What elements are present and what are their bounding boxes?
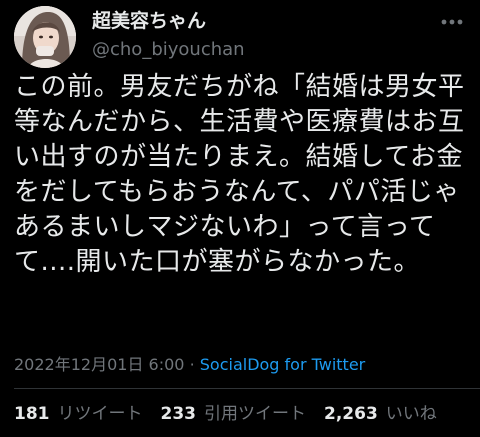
retweets-stat[interactable]: 181 リツイート <box>14 402 143 426</box>
user-info: 超美容ちゃん @cho_biyouchan <box>92 8 245 62</box>
likes-label: いいね <box>385 404 437 424</box>
retweets-count: 181 <box>14 404 50 424</box>
display-name[interactable]: 超美容ちゃん <box>92 8 245 34</box>
more-horizontal-icon <box>441 19 463 25</box>
likes-count: 2,263 <box>324 404 378 424</box>
likes-stat[interactable]: 2,263 いいね <box>324 402 437 426</box>
tweet-stats: 181 リツイート 233 引用ツイート 2,263 いいね <box>14 402 455 426</box>
tweet-header: 超美容ちゃん @cho_biyouchan <box>14 6 466 68</box>
divider <box>14 388 480 389</box>
quotes-stat[interactable]: 233 引用ツイート <box>161 402 307 426</box>
avatar-image <box>14 6 76 68</box>
tweet-source-link[interactable]: SocialDog for Twitter <box>200 355 366 374</box>
quotes-count: 233 <box>160 404 197 424</box>
tweet-meta: 2022年12月01日 6:00 · SocialDog for Twitter <box>14 354 365 376</box>
more-button[interactable] <box>438 10 466 34</box>
avatar[interactable] <box>14 6 76 68</box>
tweet-timestamp[interactable]: 2022年12月01日 6:00 <box>14 355 184 374</box>
retweets-label: リツイート <box>57 404 143 424</box>
tweet-card: 超美容ちゃん @cho_biyouchan この前。男友だちがね「結婚は男女平等… <box>0 0 480 437</box>
quotes-label: 引用ツイート <box>204 404 306 424</box>
user-handle[interactable]: @cho_biyouchan <box>92 38 245 62</box>
meta-separator: · <box>189 355 195 374</box>
tweet-text: この前。男友だちがね「結婚は男女平等なんだから、生活費や医療費はお互い出すのが当… <box>14 72 465 277</box>
